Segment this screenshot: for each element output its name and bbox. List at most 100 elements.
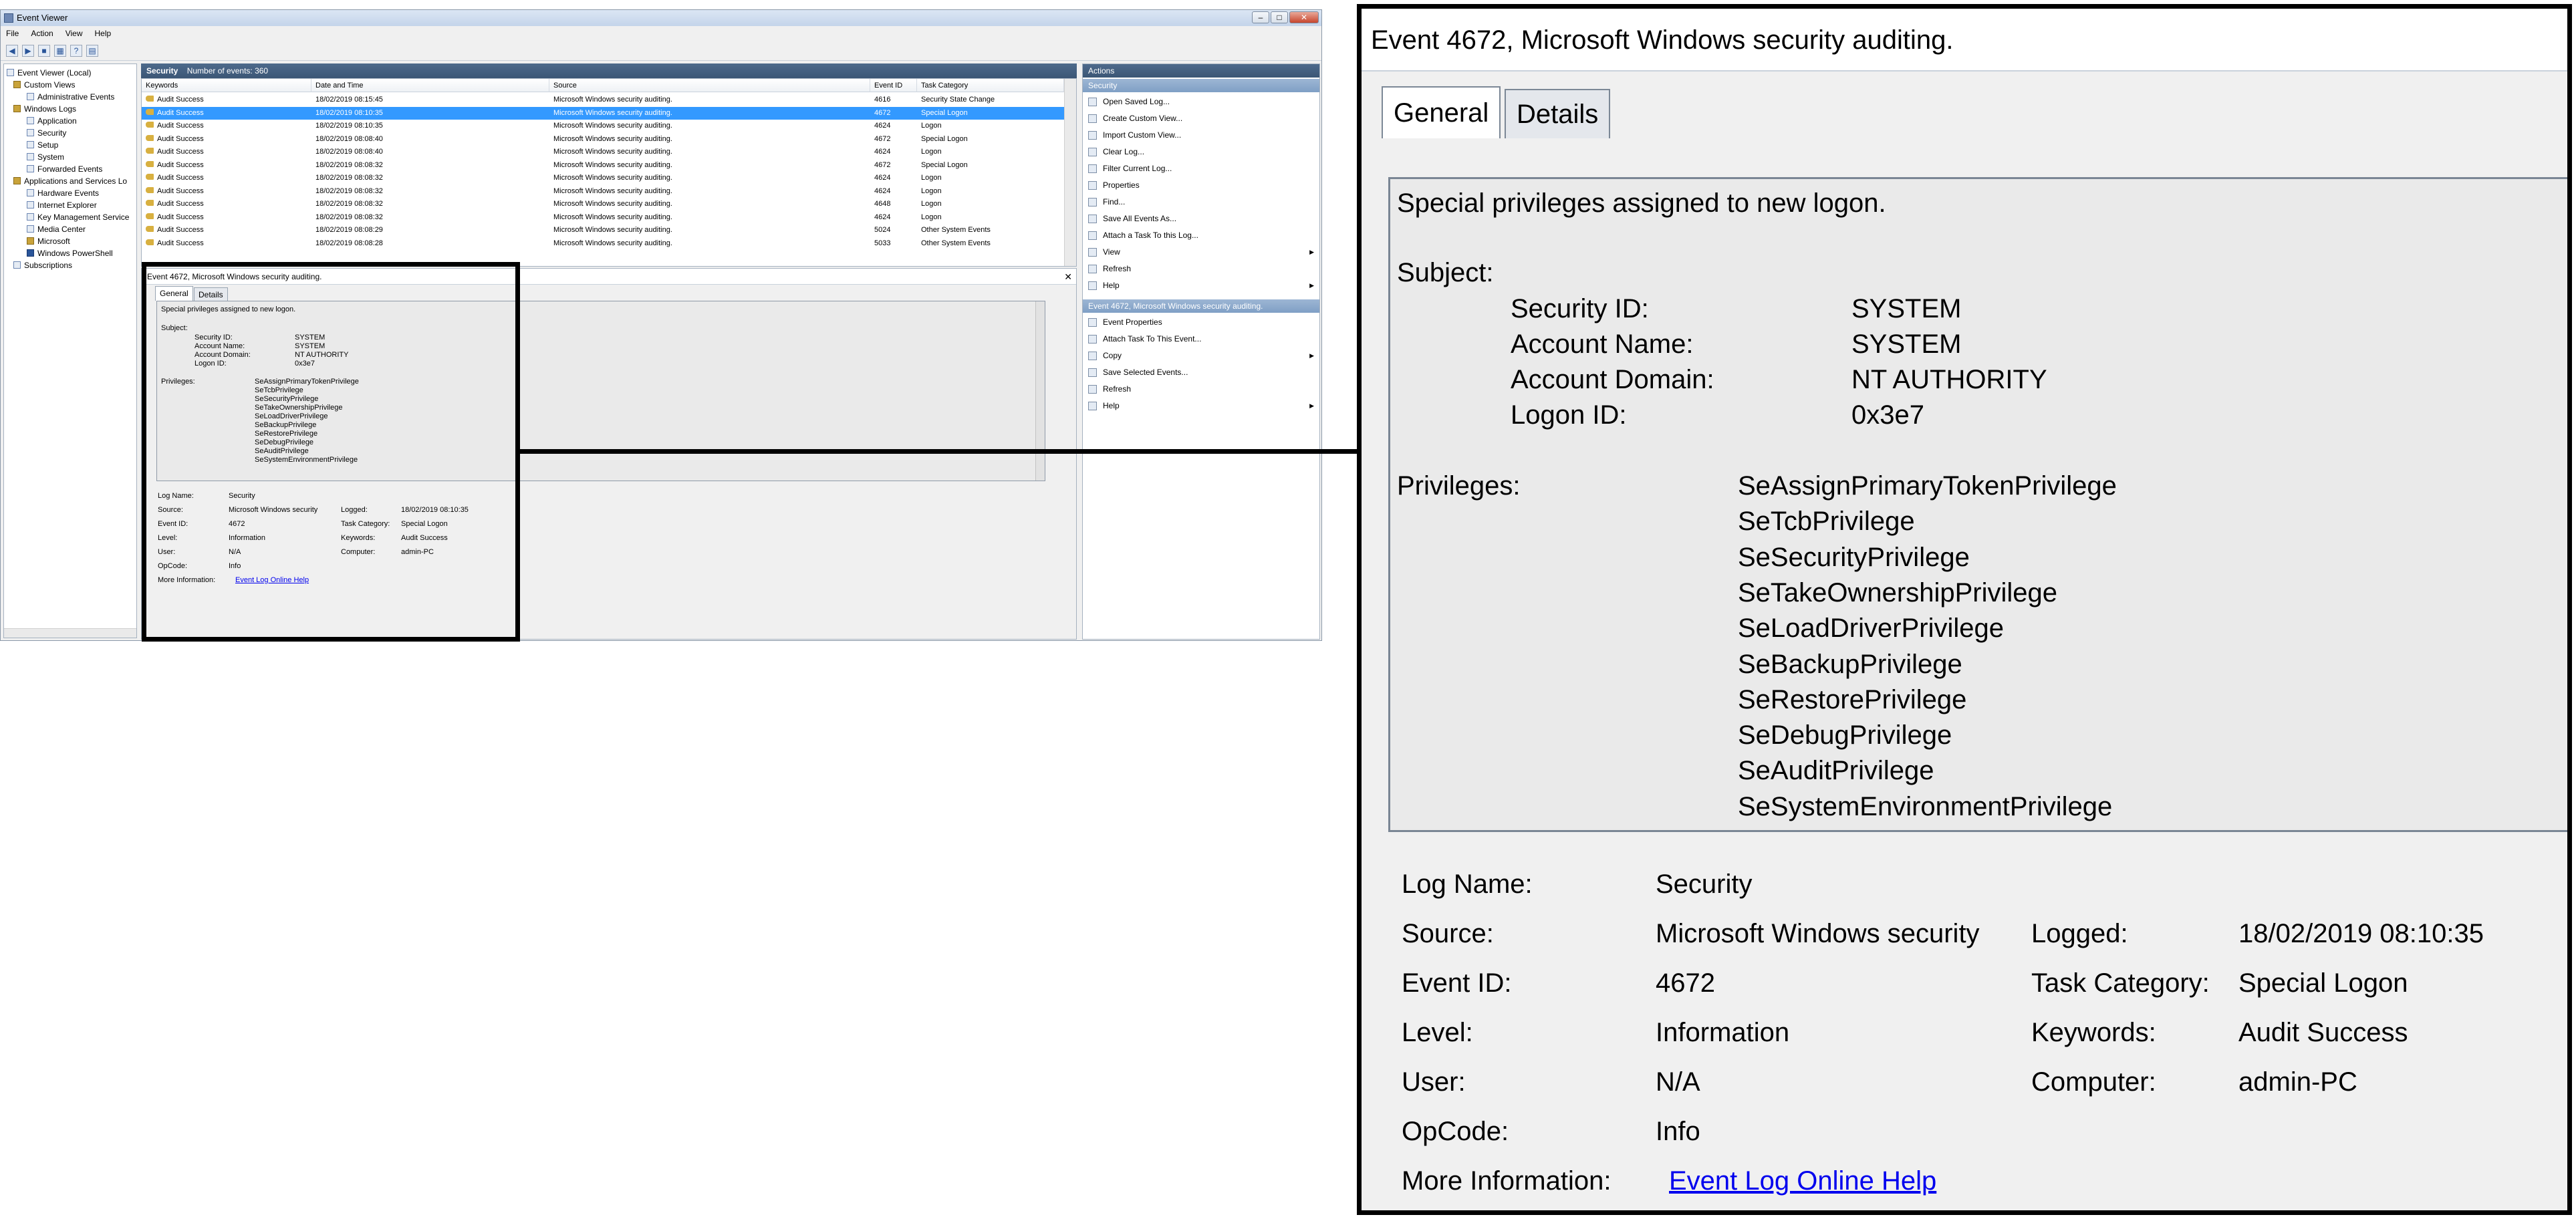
folder-icon[interactable]: ■	[38, 44, 50, 57]
event-row[interactable]: Audit Success 18/02/2019 08:08:32 Microsof…	[142, 185, 1064, 198]
row-source: Microsoft Windows security auditing.	[553, 134, 672, 143]
action-icon	[1088, 281, 1097, 290]
key-icon	[146, 160, 154, 167]
console-tree-icon[interactable]: ▦	[54, 44, 66, 57]
zoom-tab-general[interactable]: General	[1382, 86, 1501, 138]
action-label: Attach Task To This Event...	[1103, 334, 1202, 344]
tree-item-hardware-events[interactable]: Hardware Events	[27, 187, 99, 199]
row-task-category: Logon	[921, 174, 942, 182]
action-item[interactable]: Open Saved Log...	[1083, 94, 1319, 110]
action-item[interactable]: Attach a Task To this Log...	[1083, 227, 1319, 244]
maximize-button[interactable]: □	[1271, 11, 1288, 23]
row-date-time: 18/02/2019 08:08:32	[315, 200, 383, 208]
key-icon	[146, 122, 154, 128]
event-row[interactable]: Audit Success 18/02/2019 08:08:28 Microsof…	[142, 237, 1064, 251]
action-item[interactable]: Event Properties	[1083, 314, 1319, 331]
action-icon	[1088, 335, 1097, 344]
tree-item-windows-logs[interactable]: Windows Logs	[13, 103, 76, 115]
row-keywords: Audit Success	[157, 148, 204, 156]
event-row[interactable]: Audit Success 18/02/2019 08:15:45 Microsof…	[142, 94, 1064, 107]
log-icon	[27, 141, 34, 148]
actions-section-security[interactable]: Security	[1083, 79, 1319, 92]
action-item[interactable]: Find...	[1083, 194, 1319, 211]
action-item[interactable]: View ▶	[1083, 244, 1319, 261]
tree-item-applications-and-services[interactable]: Applications and Services Lo	[13, 175, 127, 187]
tree-horizontal-scrollbar[interactable]	[4, 628, 136, 638]
list-vertical-scrollbar[interactable]	[1064, 79, 1076, 266]
row-event-id: 4648	[874, 200, 891, 208]
back-arrow-icon[interactable]: ◀	[6, 44, 18, 57]
tree-item-setup[interactable]: Setup	[27, 139, 58, 151]
event-row[interactable]: Audit Success 18/02/2019 08:08:32 Microsof…	[142, 211, 1064, 225]
menu-view[interactable]: View	[66, 26, 83, 41]
action-icon	[1088, 164, 1097, 173]
event-row[interactable]: Audit Success 18/02/2019 08:08:32 Microsof…	[142, 198, 1064, 211]
actions-header: Actions	[1083, 64, 1319, 78]
event-row[interactable]: Audit Success 18/02/2019 08:10:35 Microsof…	[142, 106, 1064, 120]
close-icon[interactable]: ✕	[1064, 269, 1072, 285]
row-source: Microsoft Windows security auditing.	[553, 148, 672, 156]
row-source: Microsoft Windows security auditing.	[553, 108, 672, 117]
action-item[interactable]: Help ▶	[1083, 398, 1319, 414]
row-date-time: 18/02/2019 08:15:45	[315, 96, 383, 104]
tree-item-windows-powershell[interactable]: Windows PowerShell	[27, 247, 113, 259]
action-item[interactable]: Attach Task To This Event...	[1083, 331, 1319, 348]
tree-item-key-management-service[interactable]: Key Management Service	[27, 211, 129, 223]
tree-item-subscriptions[interactable]: Subscriptions	[13, 259, 72, 271]
event-row[interactable]: Audit Success 18/02/2019 08:10:35 Microsof…	[142, 120, 1064, 133]
action-item[interactable]: Clear Log...	[1083, 144, 1319, 160]
action-item[interactable]: Save All Events As...	[1083, 211, 1319, 227]
column-source[interactable]: Source	[549, 79, 870, 92]
action-item[interactable]: Import Custom View...	[1083, 127, 1319, 144]
zoom-level-value: Information	[1656, 1018, 1790, 1047]
menu-file[interactable]: File	[6, 26, 19, 41]
action-item[interactable]: Create Custom View...	[1083, 110, 1319, 127]
action-item[interactable]: Filter Current Log...	[1083, 160, 1319, 177]
log-icon	[27, 165, 34, 172]
event-row[interactable]: Audit Success 18/02/2019 08:08:32 Microsof…	[142, 172, 1064, 185]
log-icon	[27, 129, 34, 136]
action-item[interactable]: Refresh	[1083, 261, 1319, 277]
zoom-event-log-online-help-link[interactable]: Event Log Online Help	[1669, 1166, 1936, 1196]
event-row[interactable]: Audit Success 18/02/2019 08:08:32 Microsof…	[142, 159, 1064, 172]
tree-item-system[interactable]: System	[27, 151, 64, 163]
zoom-privilege-item: SeLoadDriverPrivilege	[1738, 614, 2004, 644]
action-item[interactable]: Properties	[1083, 177, 1319, 194]
close-button[interactable]: ✕	[1289, 11, 1319, 23]
action-icon	[1088, 318, 1097, 327]
help-icon[interactable]: ?	[70, 44, 82, 57]
event-row[interactable]: Audit Success 18/02/2019 08:08:40 Microsof…	[142, 146, 1064, 159]
column-task-category[interactable]: Task Category	[917, 79, 1064, 92]
column-keywords[interactable]: Keywords	[142, 79, 311, 92]
row-keywords-cell: Audit Success	[146, 120, 306, 133]
minimize-button[interactable]: –	[1252, 11, 1269, 23]
tree-item-event-viewer-local[interactable]: Event Viewer (Local)	[7, 67, 92, 79]
tree-item-security[interactable]: Security	[27, 127, 66, 139]
tree-item-internet-explorer[interactable]: Internet Explorer	[27, 199, 97, 211]
tree-item-custom-views[interactable]: Custom Views	[13, 79, 75, 91]
action-pane-icon[interactable]: ▤	[86, 44, 98, 57]
tree-item-microsoft[interactable]: Microsoft	[27, 235, 70, 247]
action-item[interactable]: Copy ▶	[1083, 348, 1319, 364]
row-keywords: Audit Success	[157, 160, 204, 169]
action-item[interactable]: Save Selected Events...	[1083, 364, 1319, 381]
row-source: Microsoft Windows security auditing.	[553, 239, 672, 247]
menu-action[interactable]: Action	[31, 26, 53, 41]
menu-help[interactable]: Help	[95, 26, 112, 41]
action-item[interactable]: Refresh	[1083, 381, 1319, 398]
tree-item-media-center[interactable]: Media Center	[27, 223, 86, 235]
column-date-time[interactable]: Date and Time	[311, 79, 549, 92]
actions-section-event[interactable]: Event 4672, Microsoft Windows security a…	[1083, 299, 1319, 313]
zoom-tab-details[interactable]: Details	[1505, 89, 1611, 138]
event-row[interactable]: Audit Success 18/02/2019 08:08:29 Microsof…	[142, 224, 1064, 237]
tree-item-forwarded-events[interactable]: Forwarded Events	[27, 163, 102, 175]
column-event-id[interactable]: Event ID	[870, 79, 917, 92]
row-keywords-cell: Audit Success	[146, 185, 306, 198]
action-item[interactable]: Help ▶	[1083, 277, 1319, 294]
tree-item-application[interactable]: Application	[27, 115, 77, 127]
forward-arrow-icon[interactable]: ▶	[22, 44, 34, 57]
submenu-arrow-icon: ▶	[1309, 352, 1314, 359]
tree-item-administrative-events[interactable]: Administrative Events	[27, 91, 114, 103]
row-event-id: 4624	[874, 122, 891, 130]
event-row[interactable]: Audit Success 18/02/2019 08:08:40 Microsof…	[142, 133, 1064, 146]
